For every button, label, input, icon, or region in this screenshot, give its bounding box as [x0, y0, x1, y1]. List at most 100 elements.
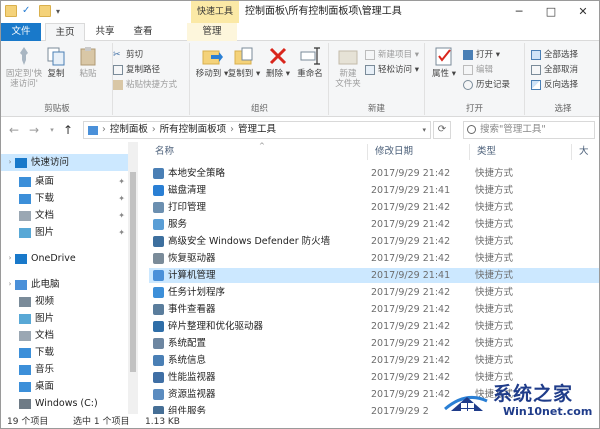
nav-item[interactable]: › 此电脑 — [1, 276, 129, 293]
pin-label: 固定到'快 速访问' — [5, 69, 43, 89]
navigation-scrollbar[interactable] — [128, 142, 138, 414]
context-tab-label: 快速工具 — [191, 1, 239, 23]
open-button[interactable]: 打开 ▾ — [463, 49, 500, 61]
breadcrumb-control-panel[interactable]: 控制面板 — [110, 122, 148, 138]
minimize-button[interactable]: ─ — [503, 1, 535, 23]
file-type: 快捷方式 — [475, 355, 514, 366]
tab-manage[interactable]: 管理 — [187, 23, 237, 41]
nav-item[interactable]: 图片 — [1, 310, 129, 327]
file-row[interactable]: 服务 2017/9/29 21:42 快捷方式 — [149, 217, 599, 232]
expand-chevron-icon[interactable]: › — [5, 250, 15, 267]
delete-icon — [267, 45, 289, 67]
select-none-button[interactable]: 全部取消 — [531, 64, 578, 76]
file-name: 计算机管理 — [168, 270, 216, 281]
nav-item[interactable]: 音乐 — [1, 361, 129, 378]
scrollbar-thumb[interactable] — [130, 172, 136, 372]
select-none-icon — [531, 65, 541, 75]
tab-view[interactable]: 查看 — [125, 23, 161, 41]
nav-item[interactable]: 下载 — [1, 344, 129, 361]
nav-item[interactable]: 文档 ✦ — [1, 207, 129, 224]
easy-access-button[interactable]: 轻松访问 ▾ — [365, 64, 419, 76]
file-list: 名称 修改日期 类型 大 ^ 本地安全策略 2017/9/29 21:42 快捷方式… — [139, 142, 599, 414]
tab-home[interactable]: 主页 — [45, 23, 85, 42]
file-row[interactable]: 系统配置 2017/9/29 21:42 快捷方式 — [149, 336, 599, 351]
expand-chevron-icon[interactable]: › — [5, 276, 15, 293]
column-date-modified[interactable]: 修改日期 — [375, 144, 413, 160]
file-row[interactable]: 任务计划程序 2017/9/29 21:42 快捷方式 — [149, 285, 599, 300]
breadcrumb-admin-tools[interactable]: 管理工具 — [238, 122, 276, 138]
easy-access-icon — [365, 65, 375, 75]
column-name[interactable]: 名称 — [155, 144, 174, 160]
file-date-modified: 2017/9/29 21:42 — [371, 287, 451, 298]
open-group: 属性 ▾ 打开 ▾ 编辑 历史记录 打开 — [425, 43, 525, 115]
column-type[interactable]: 类型 — [477, 144, 496, 160]
customize-toolbar-icon[interactable]: ▾ — [56, 7, 60, 16]
file-row[interactable]: 计算机管理 2017/9/29 21:41 快捷方式 — [149, 268, 599, 283]
back-arrow-icon[interactable]: ← — [7, 122, 21, 138]
address-dropdown-icon[interactable]: ▾ — [422, 122, 426, 138]
recent-locations-icon[interactable]: ▾ — [45, 122, 59, 138]
file-row[interactable]: 系统信息 2017/9/29 21:42 快捷方式 — [149, 353, 599, 368]
selected-count: 选中 1 个项目 — [73, 417, 130, 427]
expand-chevron-icon[interactable]: › — [5, 154, 15, 171]
file-row[interactable]: 磁盘清理 2017/9/29 21:41 快捷方式 — [149, 183, 599, 198]
nav-item-label: 文档 — [35, 210, 55, 221]
shortcut-icon — [153, 202, 164, 213]
new-folder-button[interactable]: 新建 文件夹 — [331, 45, 365, 89]
watermark-url: Win10net.com — [503, 405, 593, 418]
breadcrumb-all-items[interactable]: 所有控制面板项 — [160, 122, 227, 138]
file-row[interactable]: 高级安全 Windows Defender 防火墙 2017/9/29 21:42… — [149, 234, 599, 249]
delete-button[interactable]: 删除 ▾ — [263, 45, 293, 79]
nav-item[interactable]: 视频 — [1, 293, 129, 310]
properties-button[interactable]: 属性 ▾ — [427, 45, 461, 79]
new-item-button[interactable]: 新建项目 ▾ — [365, 49, 419, 61]
file-date-modified: 2017/9/29 21:42 — [371, 389, 451, 400]
up-arrow-icon[interactable]: ↑ — [61, 122, 75, 138]
history-button[interactable]: 历史记录 — [463, 79, 510, 91]
nav-item[interactable]: 图片 ✦ — [1, 224, 129, 241]
edit-button[interactable]: 编辑 — [463, 64, 493, 76]
file-row[interactable]: 打印管理 2017/9/29 21:42 快捷方式 — [149, 200, 599, 215]
pin-to-quick-access-button[interactable]: 固定到'快 速访问' — [5, 45, 43, 89]
file-row[interactable]: 碎片整理和优化驱动器 2017/9/29 21:42 快捷方式 — [149, 319, 599, 334]
search-input[interactable]: 搜索"管理工具" — [463, 121, 595, 139]
file-date-modified: 2017/9/29 21:42 — [371, 321, 451, 332]
file-type: 快捷方式 — [475, 236, 514, 247]
file-type: 快捷方式 — [475, 168, 514, 179]
rename-button[interactable]: 重命名 — [293, 45, 327, 79]
maximize-button[interactable]: □ — [535, 1, 567, 23]
move-to-icon — [201, 45, 223, 67]
tab-file[interactable]: 文件 — [1, 23, 41, 41]
paste-shortcut-button[interactable]: 粘贴快捷方式 — [113, 79, 177, 91]
refresh-icon[interactable]: ⟳ — [433, 121, 451, 139]
close-button[interactable]: ✕ — [567, 1, 599, 23]
check-icon[interactable]: ✓ — [22, 5, 34, 17]
nav-item[interactable]: 桌面 ✦ — [1, 173, 129, 190]
nav-item[interactable]: › OneDrive — [1, 250, 129, 267]
nav-item[interactable]: 文档 — [1, 327, 129, 344]
select-none-label: 全部取消 — [544, 65, 579, 75]
cut-button[interactable]: ✂ 剪切 — [113, 49, 143, 61]
folder-icon[interactable] — [5, 5, 17, 17]
file-date-modified: 2017/9/29 21:42 — [371, 168, 451, 179]
invert-selection-button[interactable]: 反向选择 — [531, 79, 578, 91]
nav-item[interactable]: 下载 ✦ — [1, 190, 129, 207]
forward-arrow-icon[interactable]: → — [27, 122, 41, 138]
select-all-button[interactable]: 全部选择 — [531, 49, 578, 61]
file-date-modified: 2017/9/29 21:42 — [371, 236, 451, 247]
move-to-button[interactable]: 移动到 ▾ — [195, 45, 229, 79]
file-row[interactable]: 事件查看器 2017/9/29 21:42 快捷方式 — [149, 302, 599, 317]
paste-button[interactable]: 粘贴 — [73, 45, 103, 79]
copy-path-button[interactable]: 复制路径 — [113, 64, 160, 76]
new-folder-icon[interactable] — [39, 5, 51, 17]
copy-button[interactable]: 复制 — [41, 45, 71, 79]
nav-item[interactable]: Windows (C:) — [1, 395, 129, 412]
file-row[interactable]: 本地安全策略 2017/9/29 21:42 快捷方式 — [149, 166, 599, 181]
copy-to-button[interactable]: 复制到 ▾ — [227, 45, 261, 79]
tab-share[interactable]: 共享 — [87, 23, 123, 41]
file-row[interactable]: 恢复驱动器 2017/9/29 21:42 快捷方式 — [149, 251, 599, 266]
address-field[interactable]: › 控制面板 › 所有控制面板项 › 管理工具 ▾ — [83, 121, 431, 139]
nav-item[interactable]: › 快速访问 — [1, 154, 129, 171]
column-size[interactable]: 大 — [579, 144, 589, 160]
nav-item[interactable]: 桌面 — [1, 378, 129, 395]
